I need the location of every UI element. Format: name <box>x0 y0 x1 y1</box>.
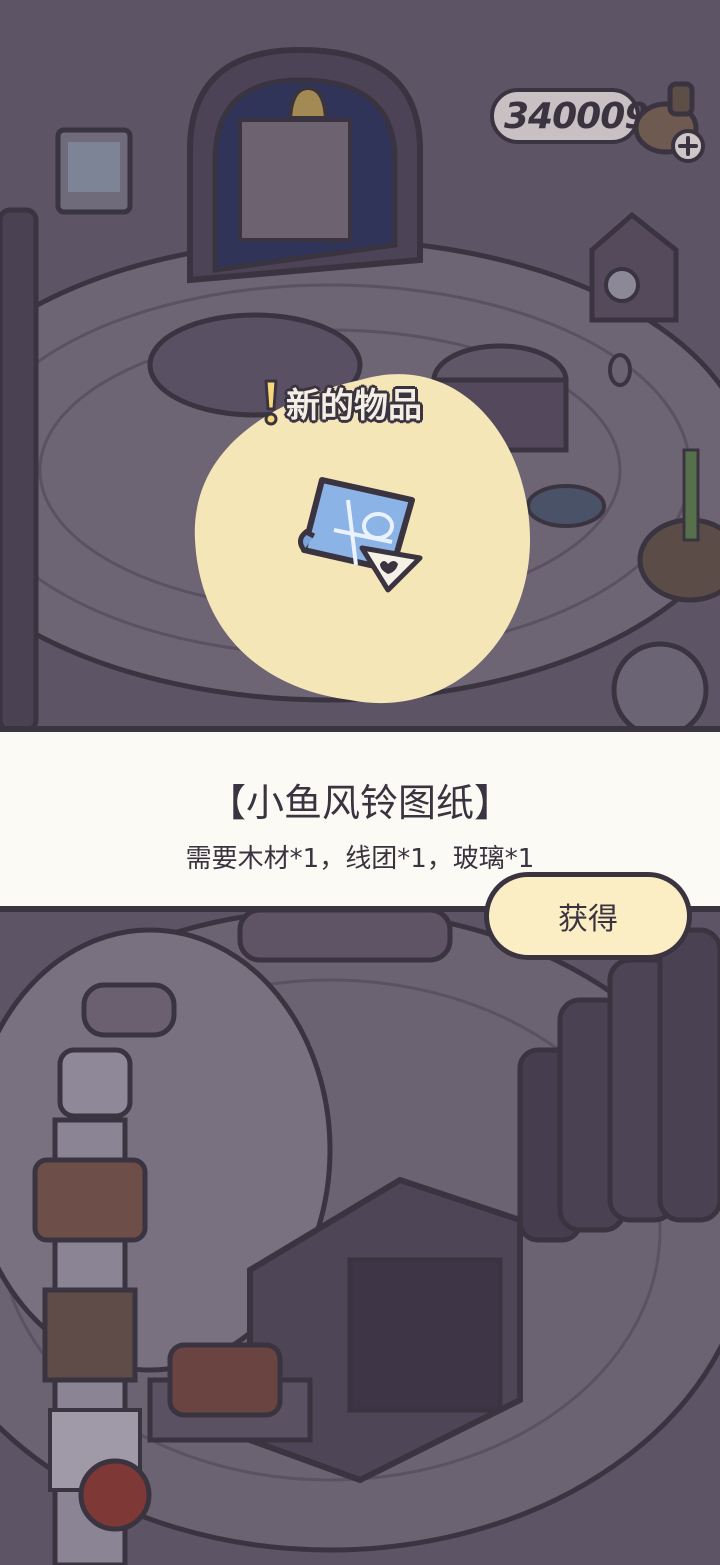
blueprint-scroll-icon <box>298 477 423 593</box>
item-name: 【小鱼风铃图纸】 <box>207 781 512 825</box>
clover-pot-icon[interactable] <box>622 78 712 168</box>
currency-display[interactable]: 340009 <box>490 88 649 144</box>
item-requirement: 需要木材*1，线团*1，玻璃*1 <box>185 844 535 874</box>
obtain-button[interactable]: 获得 <box>484 872 692 960</box>
new-item-header: 新的物品 <box>262 374 422 430</box>
new-item-label: 新的物品 <box>286 385 422 426</box>
exclamation-icon <box>264 379 278 426</box>
